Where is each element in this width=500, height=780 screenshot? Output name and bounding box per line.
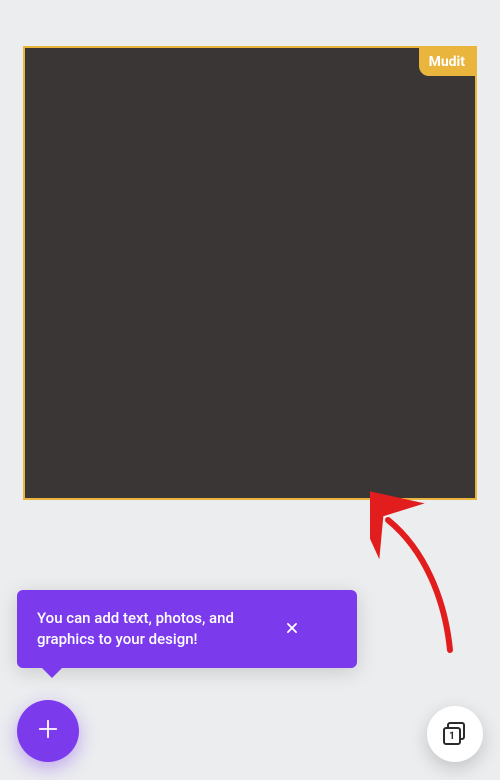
canvas-area[interactable]: Mudit — [23, 46, 477, 500]
pages-button[interactable]: 1 — [427, 706, 483, 762]
tooltip-close-button[interactable] — [277, 614, 307, 644]
collaborator-badge: Mudit — [419, 48, 475, 76]
close-icon — [285, 620, 299, 639]
annotation-arrow — [370, 490, 480, 670]
tooltip-pointer — [42, 668, 62, 678]
collaborator-name: Mudit — [429, 54, 465, 70]
add-element-button[interactable] — [17, 700, 79, 762]
page-count: 1 — [443, 727, 461, 745]
pages-icon: 1 — [443, 722, 467, 746]
onboarding-tooltip: You can add text, photos, and graphics t… — [17, 590, 357, 668]
onboarding-tooltip-text: You can add text, photos, and graphics t… — [37, 608, 237, 650]
plus-icon — [37, 718, 59, 744]
design-canvas[interactable]: Mudit — [23, 46, 477, 500]
